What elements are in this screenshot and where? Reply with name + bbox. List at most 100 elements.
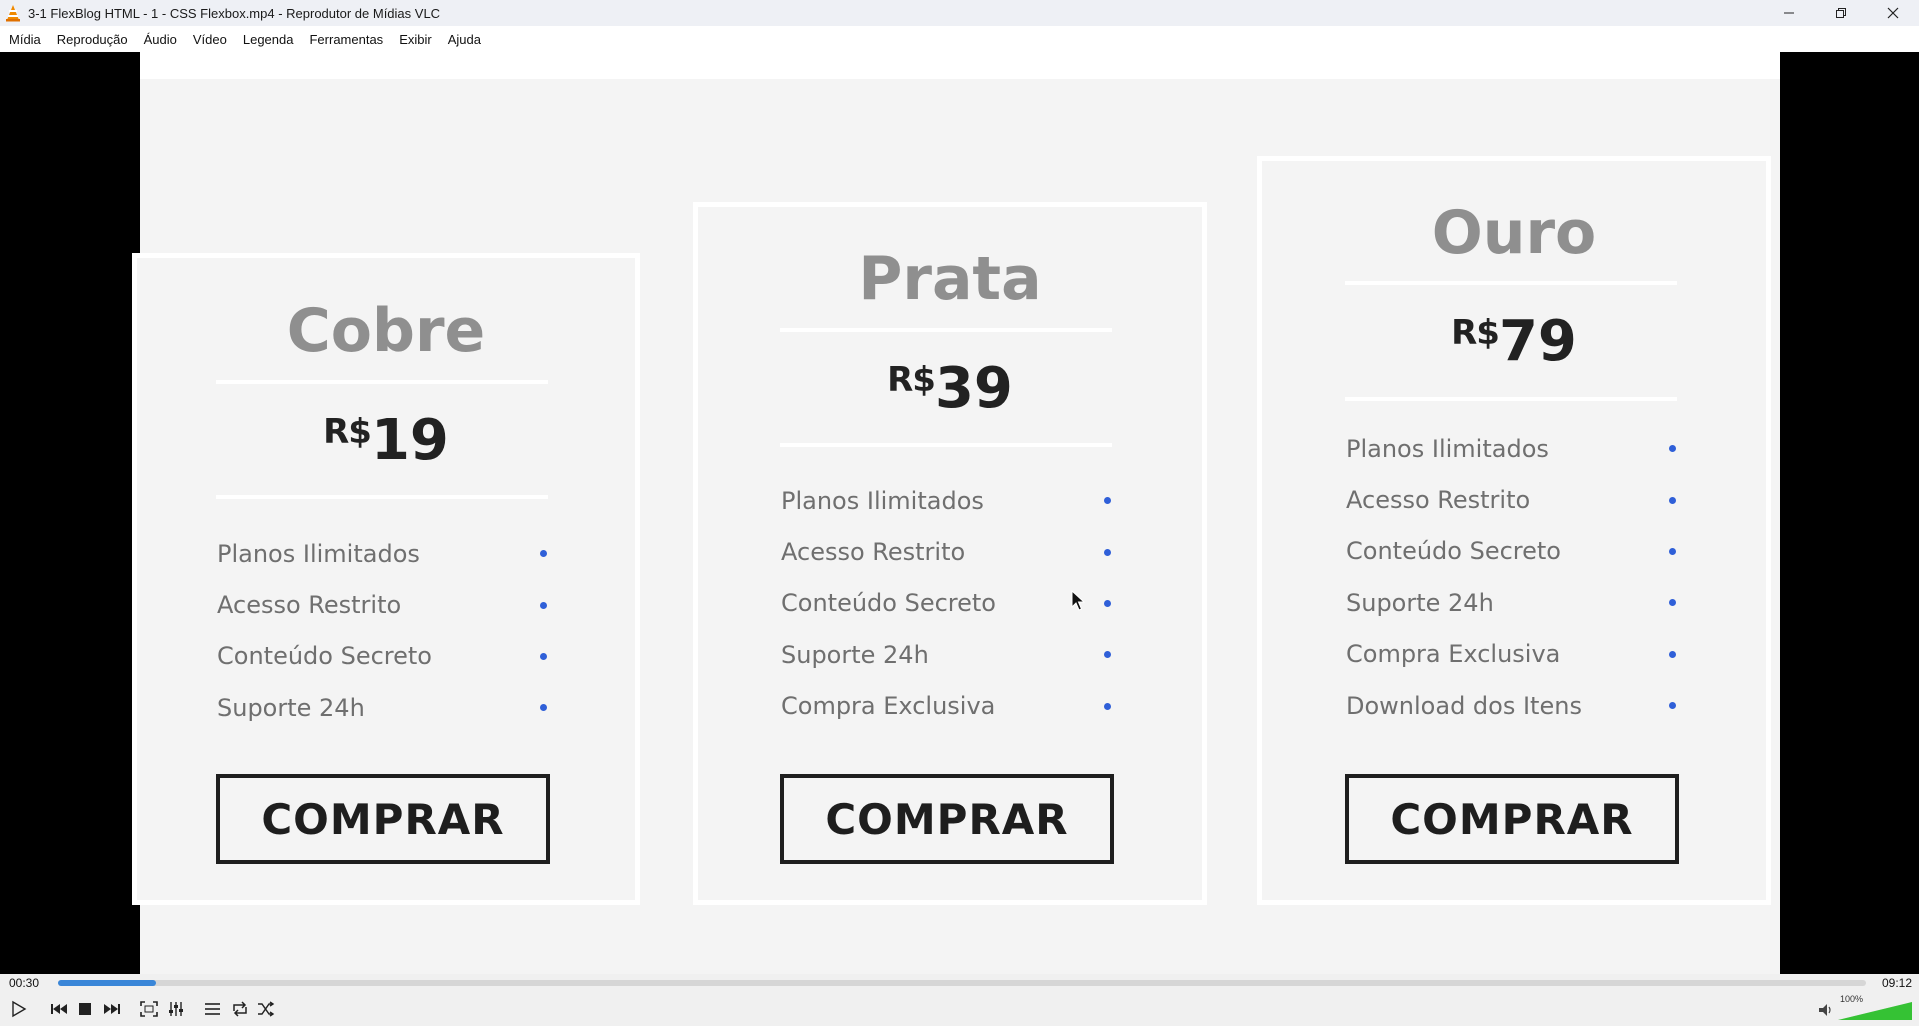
play-button[interactable] <box>6 997 30 1021</box>
pricing-card-cobre: Cobre R$19 Planos Ilimitados Acesso Rest… <box>132 253 640 905</box>
feature-label: Planos Ilimitados <box>1346 434 1549 463</box>
menu-tools[interactable]: Ferramentas <box>303 32 389 47</box>
list-item: Conteúdo Secreto <box>217 631 549 682</box>
seek-progress-fill <box>58 980 156 986</box>
next-button[interactable] <box>100 997 124 1021</box>
bullet-dot <box>1104 599 1111 607</box>
list-item: Download dos Itens <box>1346 680 1678 731</box>
bullet-dot <box>1669 445 1676 453</box>
bullet-dot <box>1104 497 1111 505</box>
bullet-dot <box>1669 496 1676 504</box>
bullet-dot <box>1104 651 1111 659</box>
restore-button[interactable] <box>1815 0 1867 26</box>
bullet-dot <box>1669 702 1676 710</box>
price-currency: R$ <box>323 412 372 452</box>
price-currency: R$ <box>887 360 936 400</box>
card-divider <box>216 495 548 499</box>
list-item: Suporte 24h <box>781 629 1113 680</box>
bullet-dot <box>1104 548 1111 556</box>
pricing-card-ouro: Ouro R$79 Planos Ilimitados Acesso Restr… <box>1257 156 1771 905</box>
menu-media[interactable]: Mídia <box>3 32 47 47</box>
window-title: 3-1 FlexBlog HTML - 1 - CSS Flexbox.mp4 … <box>28 5 441 21</box>
elapsed-time: 00:30 <box>9 976 40 990</box>
price-amount: 19 <box>370 408 449 473</box>
bullet-dot <box>1104 702 1111 710</box>
list-item: Compra Exclusiva <box>781 681 1113 732</box>
price-amount: 79 <box>1498 309 1577 374</box>
feature-label: Acesso Restrito <box>217 591 402 620</box>
card-divider <box>1345 397 1677 401</box>
menu-view[interactable]: Exibir <box>393 32 438 47</box>
stop-button[interactable] <box>73 997 97 1021</box>
menu-help[interactable]: Ajuda <box>442 32 487 47</box>
feature-label: Planos Ilimitados <box>781 486 984 515</box>
card-price: R$39 <box>698 356 1202 421</box>
bullet-dot <box>1669 599 1676 607</box>
restore-icon <box>1836 8 1846 18</box>
card-title: Ouro <box>1431 198 1597 268</box>
fullscreen-button[interactable] <box>137 997 161 1021</box>
card-title: Cobre <box>286 296 486 366</box>
playlist-icon <box>205 1003 220 1015</box>
buy-button-prata[interactable]: COMPRAR <box>780 774 1114 864</box>
shuffle-icon <box>258 1001 275 1017</box>
buy-button-ouro[interactable]: COMPRAR <box>1345 774 1679 864</box>
feature-list: Planos Ilimitados Acesso Restrito Conteú… <box>217 528 549 734</box>
feature-label: Acesso Restrito <box>781 538 966 567</box>
card-divider <box>1345 281 1677 285</box>
seek-slider[interactable] <box>58 980 1866 986</box>
feature-list: Planos Ilimitados Acesso Restrito Conteú… <box>781 475 1113 732</box>
buy-button-cobre[interactable]: COMPRAR <box>216 774 550 864</box>
total-time: 09:12 <box>1882 976 1913 990</box>
previous-icon <box>51 1004 67 1014</box>
feature-label: Conteúdo Secreto <box>1346 537 1561 566</box>
feature-list: Planos Ilimitados Acesso Restrito Conteú… <box>1346 423 1678 731</box>
previous-button[interactable] <box>47 997 71 1021</box>
feature-label: Compra Exclusiva <box>781 692 996 721</box>
card-divider <box>780 328 1112 332</box>
loop-icon <box>233 1001 247 1017</box>
price-currency: R$ <box>1451 313 1500 353</box>
card-divider <box>780 443 1112 447</box>
card-price: R$19 <box>137 408 635 473</box>
minimize-button[interactable] <box>1763 0 1815 26</box>
list-item: Conteúdo Secreto <box>1346 526 1678 577</box>
video-frame: Cobre R$19 Planos Ilimitados Acesso Rest… <box>132 52 1780 974</box>
list-item: Compra Exclusiva <box>1346 629 1678 680</box>
price-amount: 39 <box>934 356 1013 421</box>
feature-label: Conteúdo Secreto <box>781 589 996 618</box>
feature-label: Conteúdo Secreto <box>217 642 432 671</box>
mouse-cursor-icon <box>1071 589 1086 616</box>
stop-icon <box>79 1003 91 1015</box>
close-button[interactable] <box>1867 0 1919 26</box>
feature-label: Compra Exclusiva <box>1346 640 1561 669</box>
menu-audio[interactable]: Áudio <box>138 32 183 47</box>
feature-label: Planos Ilimitados <box>217 539 420 568</box>
menu-bar: Mídia Reprodução Áudio Vídeo Legenda Fer… <box>0 26 1919 52</box>
shuffle-button[interactable] <box>254 997 278 1021</box>
close-icon <box>1887 7 1899 19</box>
volume-icon[interactable] <box>1818 1002 1834 1021</box>
extended-settings-icon <box>169 1002 183 1016</box>
feature-label: Download dos Itens <box>1346 691 1582 720</box>
volume-slider[interactable] <box>1838 1000 1912 1020</box>
minimize-icon <box>1784 12 1794 14</box>
title-bar: 3-1 FlexBlog HTML - 1 - CSS Flexbox.mp4 … <box>0 0 1919 26</box>
extended-settings-button[interactable] <box>164 997 188 1021</box>
playlist-button[interactable] <box>201 997 225 1021</box>
vlc-cone-icon <box>4 4 22 22</box>
volume-fill <box>1838 1002 1912 1020</box>
list-item: Planos Ilimitados <box>1346 423 1678 474</box>
menu-playback[interactable]: Reprodução <box>51 32 134 47</box>
list-item: Planos Ilimitados <box>781 475 1113 526</box>
bullet-dot <box>540 704 547 712</box>
video-area[interactable]: Cobre R$19 Planos Ilimitados Acesso Rest… <box>0 52 1919 974</box>
loop-button[interactable] <box>228 997 252 1021</box>
pricing-card-prata: Prata R$39 Planos Ilimitados Acesso Rest… <box>693 202 1207 905</box>
control-bar: 100% <box>0 992 1919 1026</box>
card-price: R$79 <box>1262 309 1766 374</box>
menu-video[interactable]: Vídeo <box>187 32 233 47</box>
menu-subtitle[interactable]: Legenda <box>237 32 300 47</box>
list-item: Acesso Restrito <box>781 526 1113 577</box>
list-item: Acesso Restrito <box>217 579 549 630</box>
